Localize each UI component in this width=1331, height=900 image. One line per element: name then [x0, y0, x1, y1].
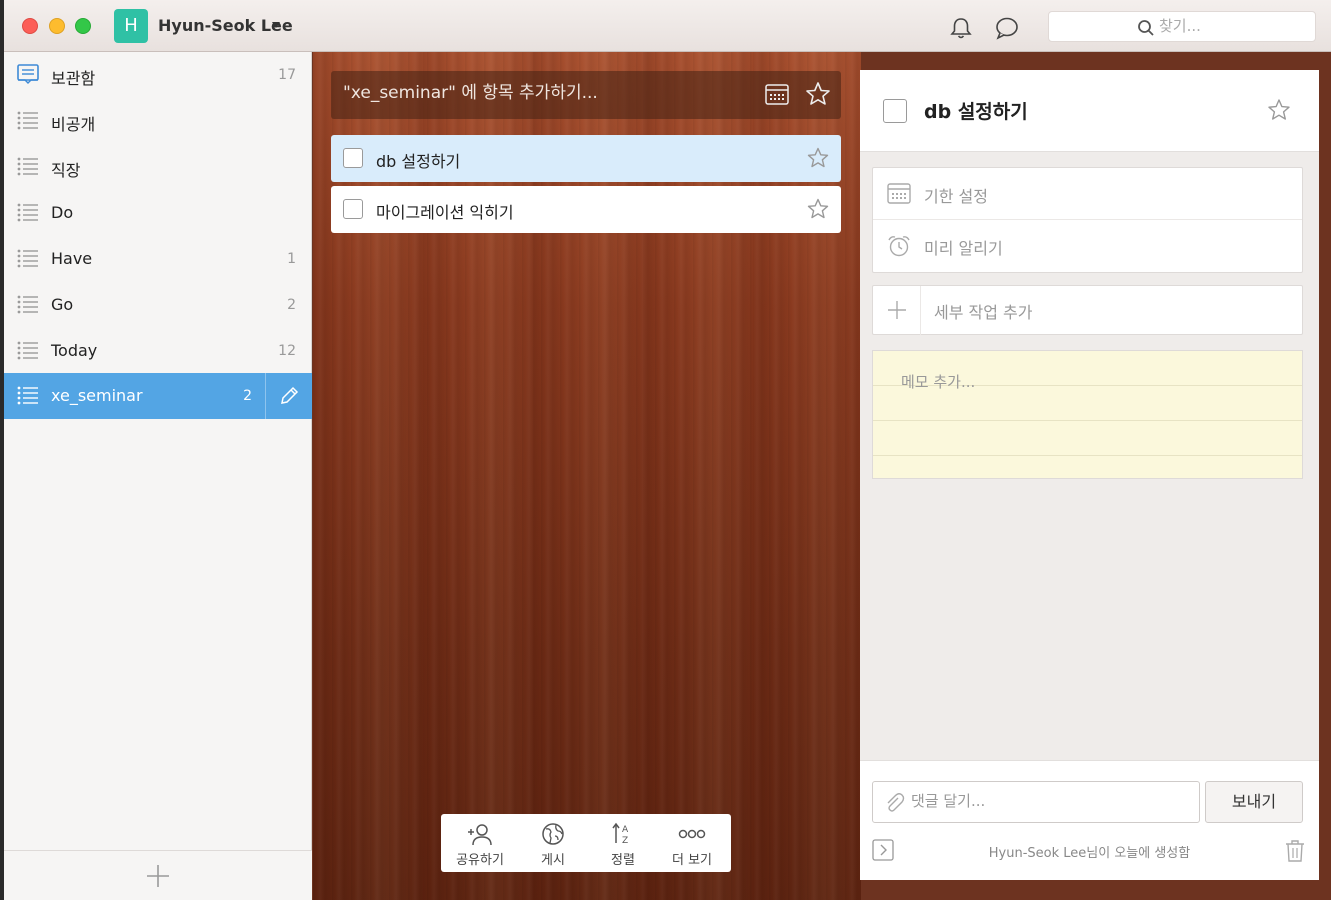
- detail-header: db 설정하기: [860, 70, 1319, 152]
- more-label: 더 보기: [671, 853, 712, 868]
- list-icon: [17, 203, 38, 222]
- star-icon[interactable]: [805, 81, 831, 107]
- add-task-input[interactable]: [343, 83, 763, 103]
- publish-label: 게시: [541, 853, 565, 868]
- item-count: 1: [287, 251, 296, 267]
- task-title: db 설정하기: [376, 152, 461, 171]
- sort-button[interactable]: A Z 정렬: [590, 822, 656, 868]
- minimize-window-button[interactable]: [49, 18, 65, 34]
- send-button[interactable]: 보내기: [1205, 781, 1303, 823]
- more-button[interactable]: 더 보기: [659, 822, 725, 868]
- item-count: 12: [278, 343, 296, 359]
- sidebar-item-have[interactable]: Have 1: [4, 236, 312, 282]
- detail-title[interactable]: db 설정하기: [924, 97, 1028, 124]
- due-date-label: 기한 설정: [924, 187, 988, 206]
- detail-checkbox[interactable]: [883, 99, 907, 123]
- svg-text:Z: Z: [622, 836, 628, 846]
- title-bar: H Hyun-Seok Lee: [4, 0, 1331, 52]
- bell-icon[interactable]: [948, 16, 974, 40]
- subtask-card[interactable]: 세부 작업 추가: [872, 285, 1303, 335]
- svg-text:A: A: [622, 825, 629, 835]
- sidebar-item-label: Go: [51, 295, 74, 314]
- sidebar-item-private[interactable]: 비공개: [4, 98, 312, 144]
- list-icon: [17, 295, 38, 314]
- task-list-area: db 설정하기 마이그레이션 익히기 공유하기: [313, 52, 861, 900]
- add-list-icon[interactable]: [145, 863, 171, 889]
- created-by-text: Hyun-Seok Lee님이 오늘에 생성함: [988, 846, 1191, 861]
- star-icon[interactable]: [1267, 98, 1291, 122]
- sort-icon: A Z: [612, 822, 629, 846]
- task-checkbox[interactable]: [343, 199, 363, 219]
- publish-button[interactable]: 게시: [520, 822, 586, 868]
- task-item[interactable]: 마이그레이션 익히기: [331, 186, 841, 233]
- add-task-bar[interactable]: [331, 71, 841, 119]
- task-item[interactable]: db 설정하기: [331, 135, 841, 182]
- list-icon: [17, 341, 38, 360]
- comment-input[interactable]: [911, 792, 1191, 810]
- sidebar-item-label: 보관함: [51, 69, 96, 88]
- list-icon: [17, 111, 38, 130]
- detail-footer: 보내기 Hyun-Seok Lee님이 오늘에 생성함: [860, 760, 1319, 880]
- due-date-row[interactable]: 기한 설정: [873, 168, 1302, 220]
- note-area[interactable]: 메모 추가...: [872, 350, 1303, 479]
- search-icon: [1138, 20, 1154, 36]
- alarm-clock-icon: [888, 236, 910, 257]
- sidebar-item-today[interactable]: Today 12: [4, 328, 312, 374]
- task-detail-panel: db 설정하기 기한 설정 미리 알리기 세부 작업 추가 메모 추가... 댓…: [860, 70, 1319, 880]
- globe-icon: [542, 823, 564, 845]
- list-icon: [17, 249, 38, 268]
- conversation-icon[interactable]: [994, 16, 1020, 40]
- sidebar-item-label: Do: [51, 203, 74, 222]
- reminder-row[interactable]: 미리 알리기: [873, 220, 1302, 272]
- sidebar: 보관함 17 비공개 직장 Do Have 1 Go 2 Today 12 xe…: [4, 52, 312, 900]
- task-checkbox[interactable]: [343, 148, 363, 168]
- list-toolbar: 공유하기 게시 A Z 정렬 더 보기: [441, 814, 731, 872]
- add-person-icon: [468, 824, 492, 846]
- search-input[interactable]: [1159, 17, 1299, 35]
- sidebar-item-label: xe_seminar: [51, 386, 143, 405]
- trash-icon[interactable]: [1285, 839, 1305, 863]
- paperclip-icon[interactable]: [883, 792, 905, 814]
- sidebar-item-xe-seminar[interactable]: xe_seminar 2: [4, 373, 312, 419]
- sidebar-item-inbox[interactable]: 보관함 17: [4, 52, 312, 98]
- edit-list-button[interactable]: [265, 373, 312, 419]
- sidebar-item-label: 직장: [51, 161, 81, 180]
- pencil-icon: [281, 386, 299, 404]
- subtask-placeholder[interactable]: 세부 작업 추가: [934, 299, 1033, 323]
- zoom-window-button[interactable]: [75, 18, 91, 34]
- share-label: 공유하기: [456, 853, 504, 868]
- star-icon[interactable]: [807, 147, 829, 169]
- calendar-icon[interactable]: [765, 83, 789, 105]
- chevron-down-icon[interactable]: [272, 22, 280, 28]
- sidebar-item-label: Today: [51, 341, 98, 360]
- sidebar-item-label: 비공개: [51, 115, 96, 134]
- reminder-label: 미리 알리기: [924, 239, 1003, 258]
- list-icon: [17, 386, 38, 405]
- item-count: 2: [287, 297, 296, 313]
- calendar-icon: [887, 183, 911, 204]
- comment-box[interactable]: [872, 781, 1200, 823]
- share-button[interactable]: 공유하기: [447, 822, 513, 868]
- task-title: 마이그레이션 익히기: [376, 203, 514, 222]
- app-window: H Hyun-Seok Lee 보관함: [4, 0, 1331, 900]
- sort-label: 정렬: [611, 853, 635, 868]
- more-icon: [678, 829, 706, 839]
- sidebar-item-work[interactable]: 직장: [4, 144, 312, 190]
- item-count: 17: [278, 67, 296, 83]
- search-box[interactable]: [1048, 11, 1316, 42]
- item-count: 2: [243, 388, 252, 404]
- avatar[interactable]: H: [114, 9, 148, 43]
- plus-icon: [888, 301, 906, 319]
- star-icon[interactable]: [807, 198, 829, 220]
- inbox-icon: [17, 64, 39, 84]
- list-icon: [17, 157, 38, 176]
- close-window-button[interactable]: [22, 18, 38, 34]
- sidebar-footer: [4, 850, 312, 900]
- sidebar-item-label: Have: [51, 249, 93, 268]
- date-reminder-card: 기한 설정 미리 알리기: [872, 167, 1303, 273]
- sidebar-item-do[interactable]: Do: [4, 190, 312, 236]
- add-subtask-button[interactable]: [873, 286, 921, 335]
- sidebar-item-go[interactable]: Go 2: [4, 282, 312, 328]
- note-placeholder: 메모 추가...: [901, 373, 976, 391]
